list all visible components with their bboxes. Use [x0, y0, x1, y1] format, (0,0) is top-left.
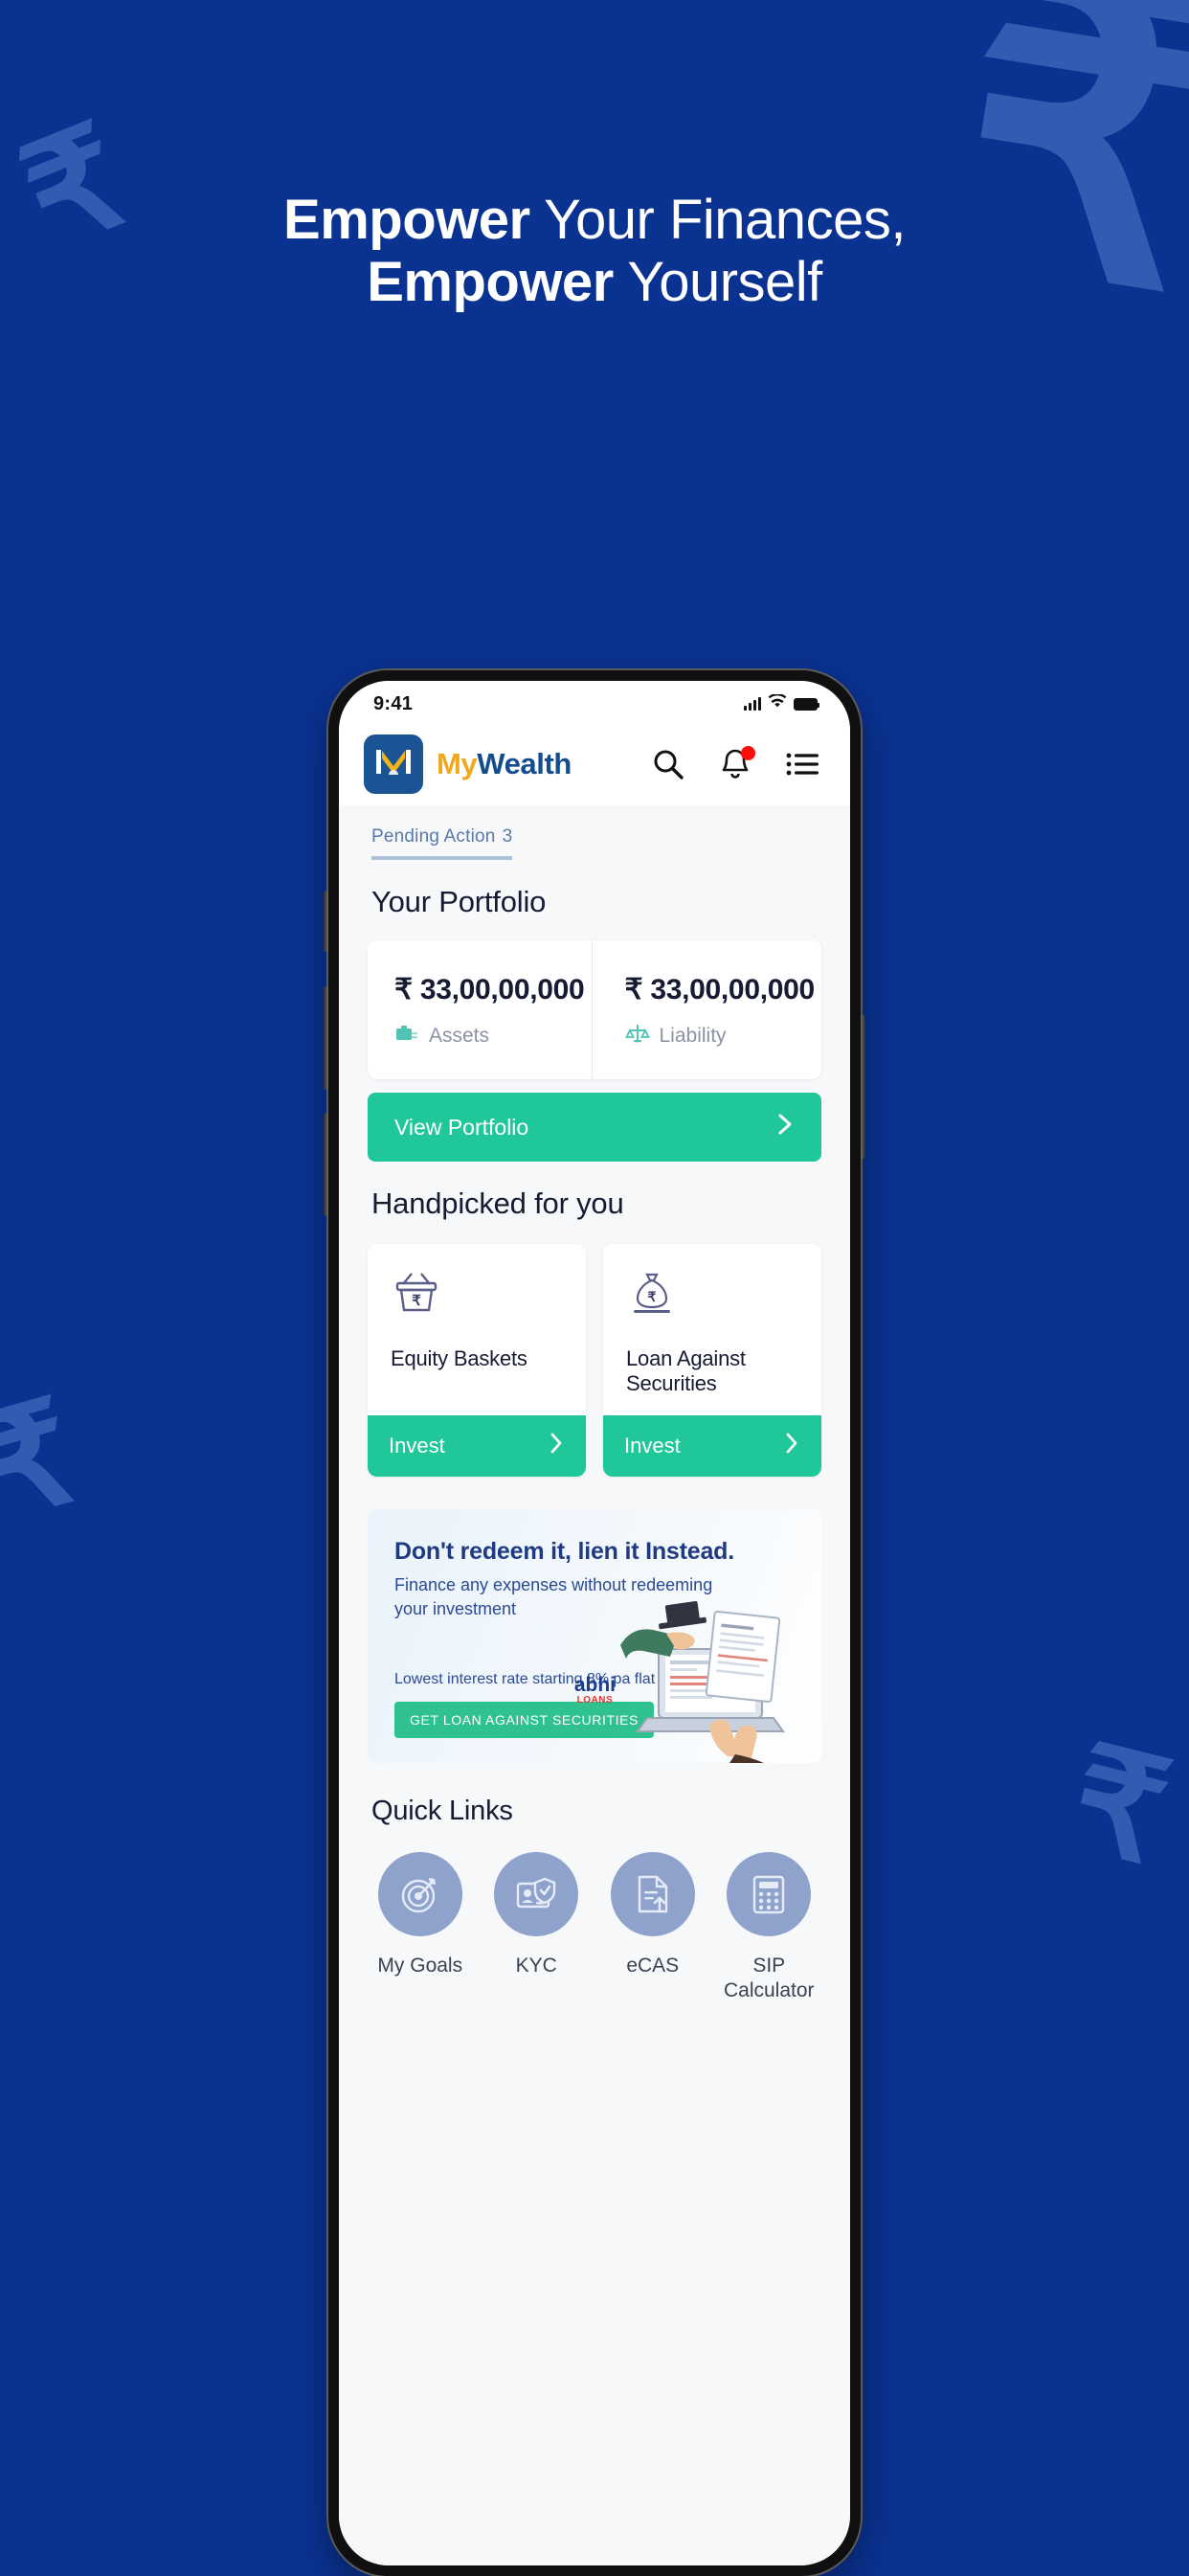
rupee-watermark-left: ₹: [0, 1370, 93, 1550]
quick-link-label: KYC: [515, 1954, 557, 1977]
invest-label: Invest: [624, 1434, 681, 1457]
phone-mockup: 9:41 MyWealth Pending Action 3 Your Port…: [324, 670, 865, 2576]
handpicked-card-loan-against-securities[interactable]: ₹ Loan Against Securities Invest: [603, 1244, 821, 1477]
handpicked-card-equity-baskets[interactable]: ₹ Equity Baskets Invest: [368, 1244, 586, 1477]
view-portfolio-label: View Portfolio: [394, 1114, 529, 1140]
tab-pending-count: 3: [502, 826, 513, 847]
hero-line2-rest: Yourself: [613, 250, 822, 313]
portfolio-section-title: Your Portfolio: [371, 885, 547, 918]
phone-screen: 9:41 MyWealth Pending Action 3 Your Port…: [339, 681, 850, 2565]
assets-label-row: Assets: [394, 1022, 592, 1051]
chevron-right-icon: [548, 1431, 565, 1461]
handpicked-card-name: Loan Against Securities: [626, 1346, 746, 1395]
quick-link-label: SIP Calculator: [723, 1954, 815, 2001]
app-content: Pending Action 3 Your Portfolio ₹ 33,00,0…: [339, 805, 850, 2565]
money-bag-icon: ₹: [626, 1273, 678, 1321]
search-icon[interactable]: [649, 745, 687, 783]
scale-icon: [624, 1022, 650, 1051]
target-icon: [377, 1851, 462, 1936]
mywealth-logo-icon: [364, 734, 423, 794]
svg-text:₹: ₹: [648, 1289, 657, 1304]
basket-rupee-icon: ₹: [391, 1273, 442, 1321]
status-time: 9:41: [373, 692, 414, 714]
svg-text:₹: ₹: [412, 1293, 421, 1309]
quick-link-sip-calculator[interactable]: SIP Calculator: [711, 1851, 828, 2004]
portfolio-liability-column: ₹ 33,00,00,000 Liability: [591, 940, 822, 1079]
handpicked-card-name: Equity Baskets: [391, 1346, 527, 1370]
hero-headline: Empower Your Finances, Empower Yourself: [0, 189, 1189, 314]
banner-illustration: [620, 1600, 785, 1763]
briefcase-icon: [394, 1022, 419, 1051]
cellular-signal-icon: [744, 697, 761, 711]
handpicked-section-title: Handpicked for you: [371, 1186, 624, 1220]
hero-line2-bold: Empower: [367, 250, 614, 313]
chevron-right-icon: [775, 1111, 795, 1143]
assets-label: Assets: [429, 1025, 490, 1047]
tab-row: Pending Action 3: [339, 805, 850, 860]
phone-power-button: [861, 1015, 865, 1159]
quick-link-ecas[interactable]: eCAS: [594, 1851, 711, 2004]
quick-link-label: My Goals: [377, 1954, 463, 1977]
invest-label: Invest: [389, 1434, 445, 1457]
app-header: MyWealth: [339, 723, 850, 805]
portfolio-assets-column: ₹ 33,00,00,000 Assets: [368, 940, 592, 1079]
phone-volume-button: [324, 1113, 328, 1216]
battery-icon: [794, 697, 819, 711]
quick-link-kyc[interactable]: KYC: [479, 1851, 595, 2004]
quick-links-row: My Goals KYC eCAS SIP Calculator: [362, 1851, 828, 2004]
hero-line-1: Empower Your Finances,: [0, 189, 1189, 252]
quick-links-title: Quick Links: [371, 1795, 513, 1826]
hero-line1-bold: Empower: [283, 189, 530, 251]
list-menu-icon[interactable]: [783, 745, 821, 783]
hero-line-2: Empower Yourself: [0, 250, 1189, 314]
status-bar: 9:41: [339, 681, 850, 723]
promo-banner[interactable]: Don't redeem it, lien it Instead. Financ…: [368, 1509, 821, 1763]
invest-button-equity[interactable]: Invest: [368, 1415, 586, 1477]
id-card-shield-icon: [494, 1851, 579, 1936]
tab-pending-label: Pending Action: [371, 826, 496, 847]
chevron-right-icon: [783, 1431, 800, 1461]
invest-button-loan[interactable]: Invest: [603, 1415, 821, 1477]
handpicked-row: ₹ Equity Baskets Invest ₹ Loan Against S…: [368, 1244, 821, 1477]
hero-line1-rest: Your Finances,: [529, 189, 906, 251]
brand-name: MyWealth: [437, 747, 572, 781]
document-upload-icon: [610, 1851, 695, 1936]
assets-amount: ₹ 33,00,00,000: [394, 974, 585, 1006]
tab-pending-action[interactable]: Pending Action 3: [371, 826, 513, 860]
portfolio-card: ₹ 33,00,00,000 Assets ₹ 33,00,00,000 Lia…: [368, 940, 821, 1079]
liability-label: Liability: [659, 1025, 727, 1047]
quick-link-my-goals[interactable]: My Goals: [362, 1851, 479, 2004]
rupee-watermark-right: ₹: [1055, 1715, 1183, 1895]
calculator-icon: [727, 1851, 812, 1936]
liability-amount: ₹ 33,00,00,000: [624, 974, 816, 1006]
liability-label-row: Liability: [624, 1022, 822, 1051]
view-portfolio-button[interactable]: View Portfolio: [368, 1093, 821, 1162]
notification-badge-dot: [741, 746, 755, 760]
brand-second: Wealth: [477, 747, 572, 780]
bell-icon[interactable]: [716, 745, 755, 783]
wifi-icon: [768, 693, 787, 713]
brand-first: My: [437, 747, 478, 780]
quick-link-label: eCAS: [626, 1954, 680, 1977]
